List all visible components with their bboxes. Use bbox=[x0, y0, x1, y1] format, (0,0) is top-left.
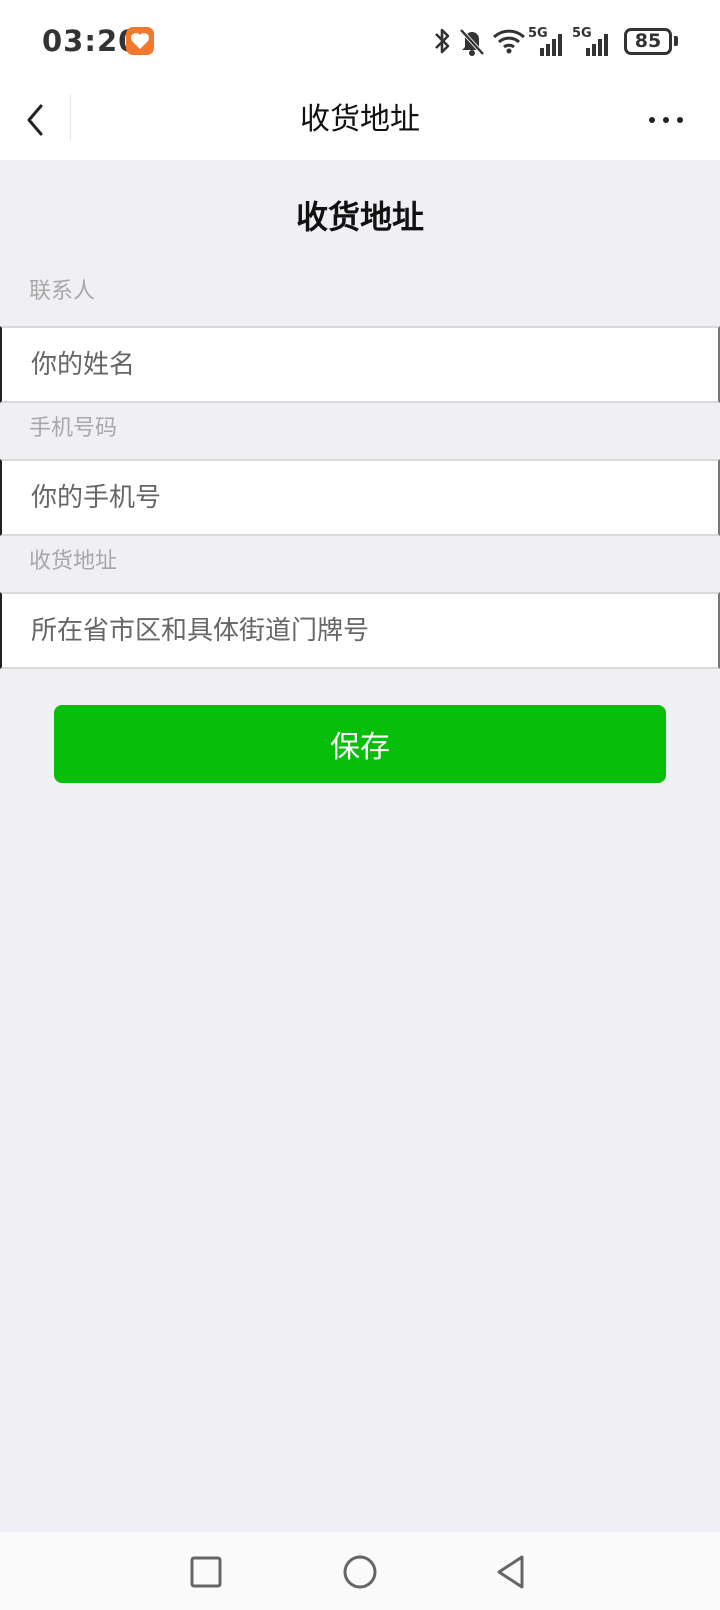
home-button[interactable] bbox=[338, 1550, 382, 1594]
more-horizontal-icon bbox=[649, 117, 683, 123]
cellular-signal-1: 5G bbox=[528, 24, 568, 58]
phone-label: 手机号码 bbox=[29, 416, 118, 441]
contact-label: 联系人 bbox=[29, 279, 96, 304]
wifi-icon bbox=[492, 29, 526, 54]
contact-name-input[interactable] bbox=[0, 326, 720, 403]
square-icon bbox=[190, 1556, 222, 1588]
recent-apps-button[interactable] bbox=[184, 1550, 228, 1594]
bluetooth-icon bbox=[435, 28, 450, 54]
system-back-button[interactable] bbox=[490, 1550, 534, 1594]
address-label: 收货地址 bbox=[29, 549, 118, 574]
system-nav-bar bbox=[0, 1532, 720, 1610]
address-input[interactable] bbox=[0, 592, 720, 669]
back-button[interactable] bbox=[14, 90, 74, 150]
page: 03:20 5G 5G 85 收货地址 收货地址 联系人 你的姓名 手机号码 你… bbox=[0, 0, 720, 1610]
bell-off-icon bbox=[459, 28, 485, 56]
battery-indicator: 85 bbox=[624, 28, 672, 55]
nav-title: 收货地址 bbox=[300, 102, 420, 137]
status-icons: 5G 5G 85 bbox=[432, 24, 682, 58]
page-heading: 收货地址 bbox=[295, 198, 424, 236]
save-button[interactable]: 保存 bbox=[54, 705, 666, 783]
status-bar: 03:20 5G 5G 85 bbox=[0, 0, 720, 80]
circle-icon bbox=[343, 1555, 377, 1589]
status-time: 03:20 bbox=[42, 24, 140, 58]
chevron-left-icon bbox=[27, 104, 43, 136]
nav-bar: 收货地址 bbox=[0, 80, 720, 160]
triangle-back-icon bbox=[497, 1555, 524, 1589]
phone-input[interactable] bbox=[0, 459, 720, 536]
cellular-signal-2: 5G bbox=[572, 24, 616, 58]
app-notification-icon bbox=[126, 27, 154, 55]
address-form: 收货地址 联系人 手机号码 收货地址 保存 bbox=[0, 160, 720, 783]
nav-divider bbox=[70, 94, 71, 140]
battery-nub bbox=[674, 36, 678, 46]
more-button[interactable] bbox=[636, 96, 696, 144]
